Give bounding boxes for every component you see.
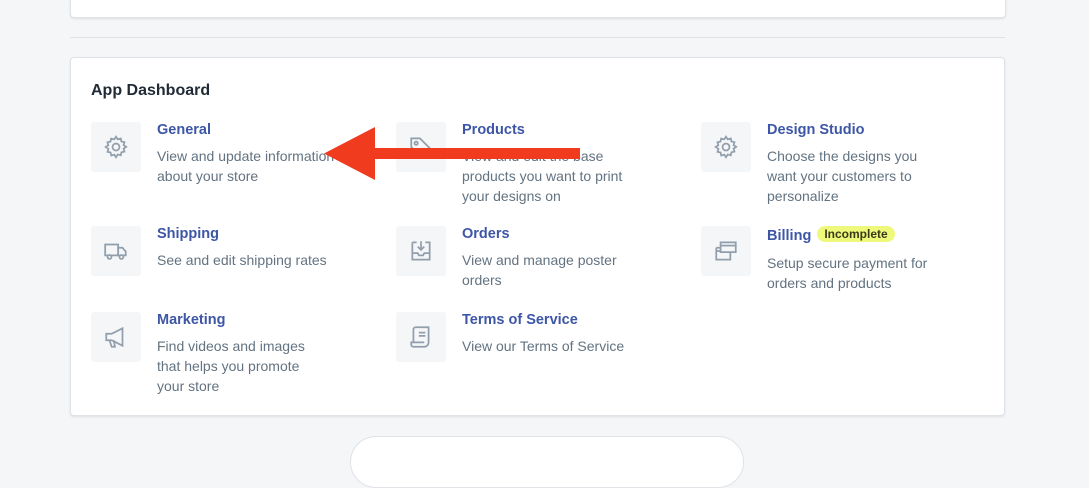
shipping-link[interactable]: Shipping <box>157 226 219 242</box>
billing-title-row: Billing Incomplete <box>767 226 895 244</box>
megaphone-icon <box>91 312 141 362</box>
terms-of-service-link[interactable]: Terms of Service <box>462 312 578 328</box>
design-studio-description: Choose the designs you want your custome… <box>767 148 918 204</box>
general-link[interactable]: General <box>157 122 211 138</box>
status-badge: Incomplete <box>817 226 895 242</box>
orders-description: View and manage poster orders <box>462 252 617 288</box>
gear-icon <box>91 122 141 172</box>
card-title: App Dashboard <box>91 82 211 99</box>
billing-link[interactable]: Billing <box>767 228 811 244</box>
design-studio-link[interactable]: Design Studio <box>767 122 864 138</box>
gear-icon <box>701 122 751 172</box>
marketing-link[interactable]: Marketing <box>157 312 226 328</box>
previous-card <box>70 0 1006 18</box>
red-arrow-annotation <box>324 127 580 180</box>
bottom-partial-element <box>350 436 744 488</box>
inbox-download-icon <box>396 226 446 276</box>
orders-link[interactable]: Orders <box>462 226 510 242</box>
section-divider <box>70 37 1005 38</box>
document-icon <box>396 312 446 362</box>
marketing-description: Find videos and images that helps you pr… <box>157 338 305 394</box>
terms-of-service-description: View our Terms of Service <box>462 338 625 354</box>
billing-description: Setup secure payment for orders and prod… <box>767 255 928 291</box>
shipping-description: See and edit shipping rates <box>157 252 327 268</box>
credit-card-icon <box>701 226 751 276</box>
app-dashboard-card: App Dashboard General View and update in… <box>70 57 1005 416</box>
truck-icon <box>91 226 141 276</box>
